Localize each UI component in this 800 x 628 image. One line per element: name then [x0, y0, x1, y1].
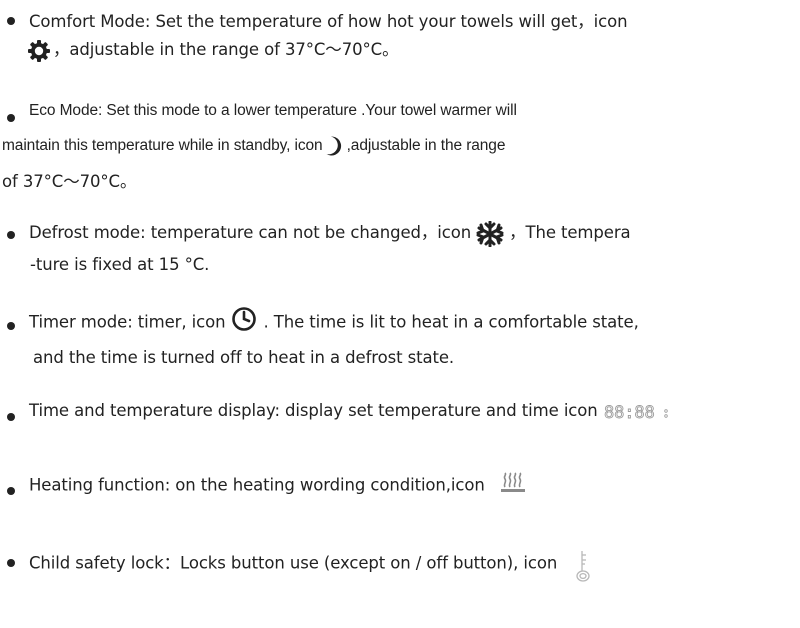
- lock-line-1: Child safety lock：Locks button use (exce…: [29, 547, 593, 583]
- heating-line-1-text: Heating function: on the heating wording…: [29, 475, 485, 495]
- eco-line-2-text-a: maintain this temperature while in stand…: [2, 137, 323, 155]
- moon-icon: [325, 135, 345, 157]
- timer-line-2: and the time is turned off to heat in a …: [33, 348, 455, 367]
- comfort-line-2: ，adjustable in the range of 37°C～70°C。: [27, 36, 399, 63]
- eco-line-1: Eco Mode: Set this mode to a lower tempe…: [29, 102, 517, 119]
- heating-icon: [499, 472, 527, 494]
- display-line-1: Time and temperature display: display se…: [29, 401, 668, 422]
- eco-line-3: of 37°C～70°C。: [2, 172, 137, 191]
- bullet-icon: [7, 413, 15, 421]
- timer-line-1-text-b: . The time is lit to heat in a comfortab…: [263, 312, 639, 332]
- bullet-icon: [7, 322, 15, 330]
- display-line-1-text: Time and temperature display: display se…: [29, 401, 598, 420]
- timer-line-1: Timer mode: timer, icon . The time is li…: [29, 307, 639, 336]
- defrost-line-1: Defrost mode: temperature can not be cha…: [29, 219, 631, 247]
- defrost-line-1-text-a: Defrost mode: temperature can not be cha…: [29, 223, 472, 242]
- segment-display-icon: 88:88: [604, 402, 668, 422]
- bullet-icon: [7, 559, 15, 567]
- bullet-icon: [7, 231, 15, 239]
- eco-line-2-text-b: ,adjustable in the range: [346, 137, 506, 155]
- comfort-line-2-text: ，adjustable in the range of 37°C～70°C。: [53, 40, 399, 59]
- eco-line-2: maintain this temperature while in stand…: [2, 135, 505, 157]
- bullet-icon: [7, 114, 15, 122]
- clock-icon: [231, 306, 257, 332]
- timer-line-1-text-a: Timer mode: timer, icon: [29, 312, 226, 332]
- comfort-line-1: Comfort Mode: Set the temperature of how…: [29, 12, 628, 31]
- defrost-line-2: -ture is fixed at 15 °C.: [30, 255, 210, 274]
- segment-display-digits: 88:88: [604, 403, 655, 422]
- defrost-line-1-text-b: ，The tempera: [509, 223, 631, 242]
- heating-line-1: Heating function: on the heating wording…: [29, 472, 527, 497]
- sun-gear-icon: [27, 39, 51, 63]
- key-icon: [575, 549, 593, 583]
- lock-line-1-text: Child safety lock：Locks button use (exce…: [29, 553, 558, 573]
- snowflake-icon: [475, 220, 505, 247]
- bullet-icon: [7, 17, 15, 25]
- bullet-icon: [7, 487, 15, 495]
